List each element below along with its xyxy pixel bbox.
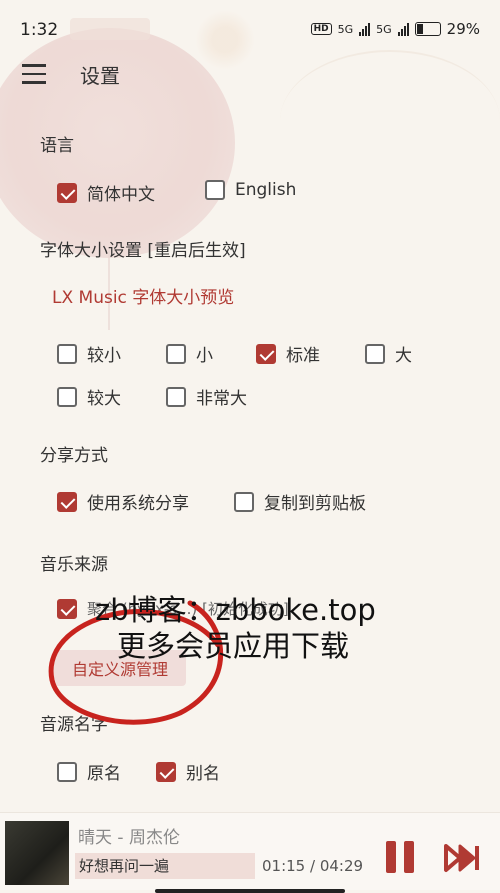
checkbox-icon[interactable]	[57, 598, 77, 619]
checkbox-label: 小	[196, 346, 213, 366]
checkbox-font-very-large[interactable]: 非常大	[166, 384, 247, 409]
section-title-language: 语言	[40, 136, 74, 156]
checkbox-original-name[interactable]: 原名	[57, 759, 121, 784]
network-label-2: 5G	[376, 22, 392, 36]
checkbox-icon[interactable]	[57, 343, 77, 364]
checkbox-label: 原名	[87, 764, 121, 784]
checkbox-font-small[interactable]: 小	[166, 341, 213, 366]
player-bar[interactable]: 晴天 - 周杰伦 好想再问一遍 01:15 / 04:29	[0, 812, 500, 893]
checkbox-icon[interactable]	[365, 343, 385, 364]
checkbox-english[interactable]: English	[205, 180, 296, 200]
play-time: 01:15 / 04:29	[262, 857, 364, 875]
signal-icon	[359, 22, 371, 36]
status-time: 1:32	[20, 20, 59, 40]
checkbox-alias-name[interactable]: 别名	[156, 759, 220, 784]
checkbox-font-larger[interactable]: 较大	[57, 384, 121, 409]
app-bar: 设置	[0, 48, 500, 100]
section-title-source-name: 音源名字	[40, 715, 108, 735]
checkbox-font-standard[interactable]: 标准	[256, 341, 320, 366]
pause-button[interactable]	[386, 841, 416, 875]
checkbox-copy-clipboard[interactable]: 复制到剪贴板	[234, 489, 366, 514]
checkbox-label: 较小	[87, 346, 121, 366]
checkbox-icon[interactable]	[57, 386, 77, 407]
checkbox-icon[interactable]	[256, 343, 276, 364]
checkbox-font-smaller[interactable]: 较小	[57, 341, 121, 366]
checkbox-system-share[interactable]: 使用系统分享	[57, 489, 189, 514]
checkbox-label: 大	[395, 346, 412, 366]
checkbox-icon[interactable]	[166, 386, 186, 407]
current-lyric: 好想再问一遍	[75, 853, 255, 879]
checkbox-font-large[interactable]: 大	[365, 341, 412, 366]
checkbox-label: 较大	[87, 389, 121, 409]
checkbox-label: 使用系统分享	[87, 494, 189, 514]
checkbox-icon[interactable]	[156, 761, 176, 782]
checkbox-label: 非常大	[196, 389, 247, 409]
section-title-share: 分享方式	[40, 446, 108, 466]
signal-icon-2	[397, 22, 409, 36]
checkbox-music-source[interactable]: 聚合 (by lx-s...) [初始化成功]	[57, 598, 289, 619]
section-title-font-size: 字体大小设置 [重启后生效]	[40, 241, 246, 261]
checkbox-label: 标准	[286, 346, 320, 366]
menu-icon[interactable]	[22, 64, 46, 84]
network-label-1: 5G	[337, 22, 354, 36]
checkbox-label: English	[235, 180, 297, 200]
hd-icon: HD	[310, 23, 332, 35]
battery-icon	[414, 22, 441, 36]
song-title: 晴天 - 周杰伦	[78, 828, 180, 848]
battery-percent: 29%	[446, 20, 480, 38]
checkbox-icon[interactable]	[57, 491, 77, 512]
checkbox-simplified-chinese[interactable]: 简体中文	[57, 180, 155, 205]
checkbox-label: 复制到剪贴板	[264, 494, 366, 514]
checkbox-label: 别名	[186, 764, 220, 784]
status-icons: HD 5G 5G 29%	[310, 20, 480, 38]
next-track-icon[interactable]	[444, 843, 480, 873]
checkbox-label: 简体中文	[87, 185, 155, 205]
page-title: 设置	[80, 64, 120, 88]
checkbox-label: 聚合 (by lx-s...) [初始化成功]	[87, 600, 289, 618]
checkbox-icon[interactable]	[57, 761, 77, 782]
checkbox-icon[interactable]	[234, 491, 254, 512]
checkbox-icon[interactable]	[205, 180, 225, 200]
checkbox-icon[interactable]	[166, 343, 186, 364]
custom-source-manage-button[interactable]: 自定义源管理	[54, 650, 186, 686]
gesture-bar[interactable]	[155, 889, 345, 893]
album-cover[interactable]	[5, 821, 69, 885]
font-preview-text: LX Music 字体大小预览	[52, 288, 235, 308]
checkbox-icon[interactable]	[57, 182, 77, 203]
section-title-music-source: 音乐来源	[40, 555, 108, 575]
